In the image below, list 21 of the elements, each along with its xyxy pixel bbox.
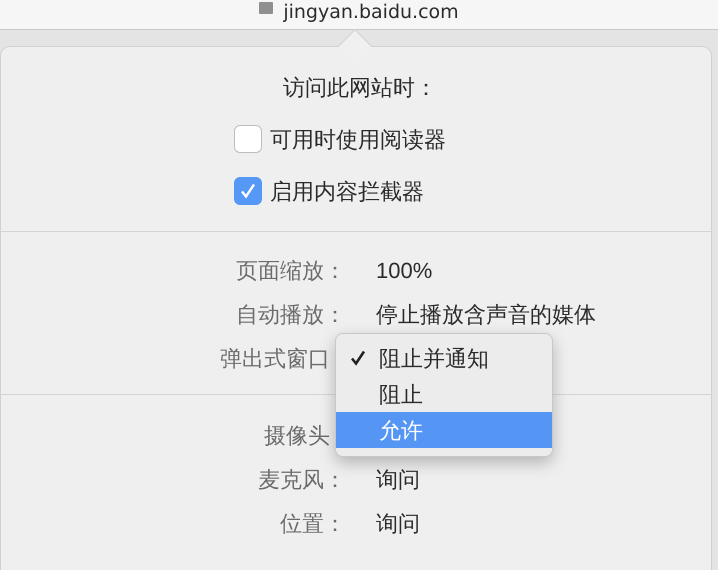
checkbox-label[interactable]: 可用时使用阅读器 <box>270 122 446 156</box>
setting-label: 自动播放： <box>235 300 346 328</box>
setting-label: 麦克风： <box>257 466 346 494</box>
checkmark-icon <box>348 349 366 367</box>
url-text[interactable]: jingyan.baidu.com <box>283 0 459 24</box>
checkmark-icon <box>239 182 257 200</box>
setting-label: 摄像头 <box>263 422 331 450</box>
setting-value[interactable]: 询问 <box>376 506 420 540</box>
setting-value[interactable]: 停止播放含声音的媒体 <box>376 298 596 330</box>
setting-value[interactable]: 100% <box>376 254 432 286</box>
setting-label: 页面缩放： <box>235 256 346 284</box>
checkbox[interactable] <box>234 125 262 153</box>
checkbox[interactable] <box>234 177 262 205</box>
checkbox-label[interactable]: 启用内容拦截器 <box>270 174 424 208</box>
setting-value[interactable]: 询问 <box>376 462 420 496</box>
menu-item[interactable]: 阻止并通知 <box>336 340 552 376</box>
lock-icon <box>259 2 274 14</box>
setting-label: 位置： <box>279 510 346 538</box>
menu-item[interactable]: 阻止 <box>336 376 552 412</box>
setting-label: 弹出式窗口 <box>219 344 331 372</box>
popover-heading: 访问此网站时： <box>282 74 438 102</box>
